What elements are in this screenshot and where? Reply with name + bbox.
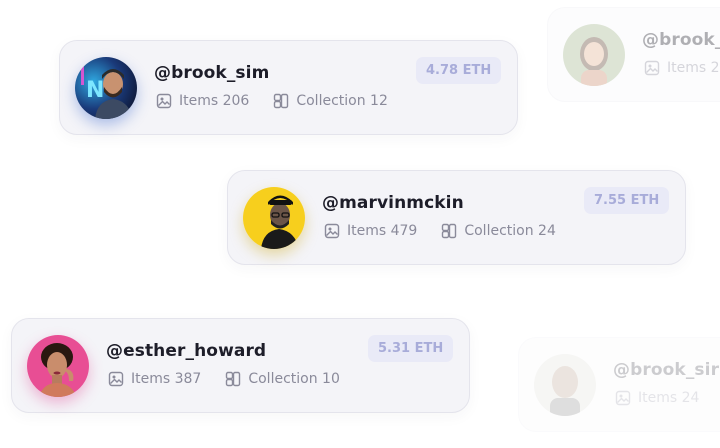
avatar[interactable]: N xyxy=(75,57,137,119)
svg-text:N: N xyxy=(86,78,104,103)
user-meta: Items 206 Collection 12 xyxy=(156,93,388,109)
avatar xyxy=(563,24,625,86)
items-count: Items 479 xyxy=(347,223,418,239)
image-icon xyxy=(644,60,660,76)
user-card-faded-top: @brook_sim Items 2 xyxy=(547,7,720,102)
user-meta: Items 24 xyxy=(615,390,699,406)
collection-count: Collection 12 xyxy=(296,93,388,109)
user-handle[interactable]: @marvinmckin xyxy=(322,193,464,213)
items-count: Items 206 xyxy=(179,93,250,109)
user-meta: Items 387 Collection 10 xyxy=(108,371,340,387)
collection-count: Collection 10 xyxy=(248,371,340,387)
avatar-image xyxy=(534,354,596,416)
user-card-brook-sim[interactable]: N @brook_sim Items 206 Collection 12 4.7… xyxy=(59,40,518,135)
items-count: Items 387 xyxy=(131,371,202,387)
price-badge: 5.31 ETH xyxy=(368,335,454,362)
user-card-esther-howard[interactable]: @esther_howard Items 387 Collection 10 5… xyxy=(11,318,470,413)
items-count: Items 24 xyxy=(638,390,700,406)
image-icon xyxy=(156,93,172,109)
user-meta: Items 479 Collection 24 xyxy=(324,223,556,239)
user-meta: Items 2 xyxy=(644,60,720,76)
avatar[interactable] xyxy=(27,335,89,397)
price-badge: 4.78 ETH xyxy=(416,57,502,84)
collection-icon xyxy=(442,223,457,239)
user-handle: @brook_sir xyxy=(613,360,720,380)
items-count: Items 2 xyxy=(667,60,720,76)
user-card-faded-bottom: @brook_sir Items 24 xyxy=(518,337,720,432)
avatar-image xyxy=(27,335,89,397)
image-icon xyxy=(324,223,340,239)
price-badge: 7.55 ETH xyxy=(584,187,670,214)
avatar-image: N xyxy=(75,57,137,119)
collection-icon xyxy=(226,371,241,387)
collection-icon xyxy=(274,93,289,109)
avatar xyxy=(534,354,596,416)
user-handle[interactable]: @esther_howard xyxy=(106,341,266,361)
image-icon xyxy=(615,390,631,406)
collection-count: Collection 24 xyxy=(464,223,556,239)
user-card-marvinmckin[interactable]: @marvinmckin Items 479 Collection 24 7.5… xyxy=(227,170,686,265)
image-icon xyxy=(108,371,124,387)
avatar-image xyxy=(563,24,625,86)
avatar-image xyxy=(243,187,305,249)
avatar[interactable] xyxy=(243,187,305,249)
user-handle[interactable]: @brook_sim xyxy=(154,63,269,83)
user-handle: @brook_sim xyxy=(642,30,720,50)
